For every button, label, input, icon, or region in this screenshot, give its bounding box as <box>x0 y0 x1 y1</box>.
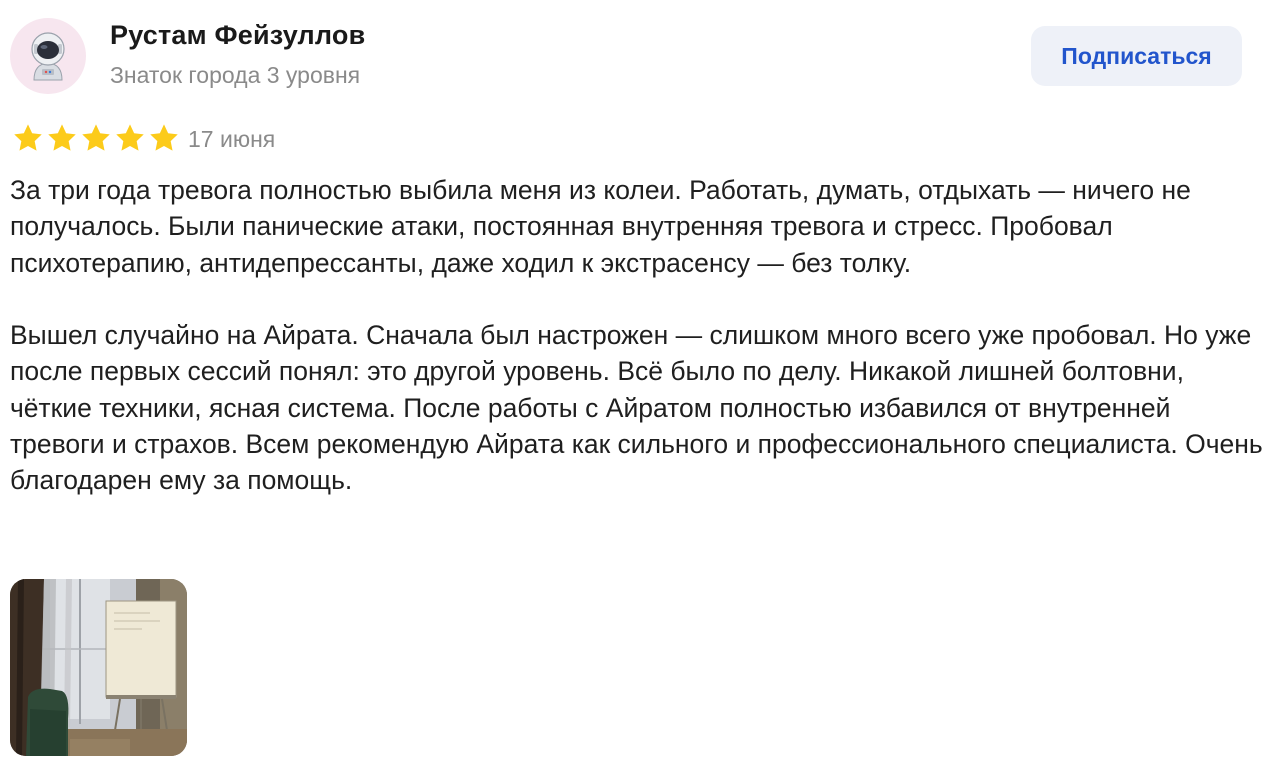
review-paragraph: За три года тревога полностью выбила мен… <box>10 175 1191 278</box>
review-paragraph: Вышел случайно на Айрата. Сначала был на… <box>10 320 1263 496</box>
subscribe-button[interactable]: Подписаться <box>1031 26 1242 86</box>
star-icon <box>48 124 76 151</box>
star-rating <box>12 122 180 154</box>
author-name[interactable]: Рустам Фейзуллов <box>110 20 365 51</box>
star-icon <box>150 124 178 151</box>
review-card: Рустам Фейзуллов Знаток города 3 уровня … <box>0 0 1280 777</box>
author-avatar[interactable] <box>10 18 86 94</box>
star-icon <box>116 124 144 151</box>
author-level: Знаток города 3 уровня <box>110 62 361 88</box>
review-text: За три года тревога полностью выбила мен… <box>10 172 1265 535</box>
star-icon <box>14 124 42 151</box>
review-photo-thumbnail[interactable] <box>10 579 187 756</box>
room-photo-image <box>10 579 187 756</box>
astronaut-icon <box>31 32 65 81</box>
review-date: 17 июня <box>188 126 276 152</box>
star-icon <box>82 124 110 151</box>
